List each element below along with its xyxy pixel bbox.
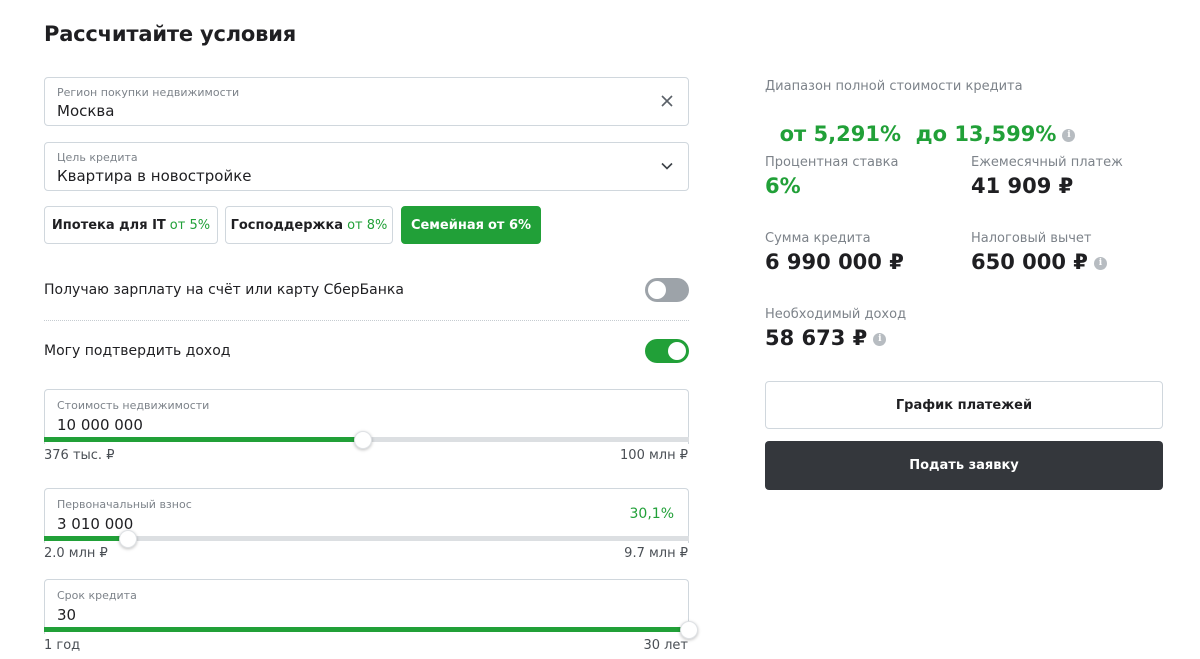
required-income-row: 58 673 ₽ i: [765, 326, 887, 350]
property-cost-label: Стоимость недвижимости: [57, 399, 210, 412]
program-chip-rate: от 5%: [169, 217, 211, 233]
close-icon[interactable]: [658, 92, 676, 110]
salary-toggle-row: Получаю зарплату на счёт или карту СберБ…: [44, 278, 689, 304]
interest-rate-value: 6%: [765, 174, 801, 198]
property-cost-value: 10 000 000: [57, 416, 143, 434]
region-label: Регион покупки недвижимости: [57, 86, 240, 99]
property-cost-max: 100 млн ₽: [620, 448, 688, 463]
monthly-payment-value: 41 909 ₽: [971, 174, 1074, 198]
info-icon[interactable]: i: [873, 332, 887, 346]
down-payment-fill: [44, 536, 128, 541]
tax-deduction-value: 650 000 ₽: [971, 250, 1088, 274]
loan-term-track[interactable]: [44, 627, 689, 632]
program-chip-rate: от 8%: [347, 217, 388, 233]
full-cost-range-label: Диапазон полной стоимости кредита: [765, 79, 1023, 94]
down-payment-min: 2.0 млн ₽: [44, 546, 108, 561]
program-chip-it[interactable]: Ипотека для IT от 5%: [44, 206, 218, 244]
down-payment-max: 9.7 млн ₽: [624, 546, 688, 561]
income-toggle[interactable]: [645, 339, 689, 363]
interest-rate-label: Процентная ставка: [765, 155, 899, 170]
down-payment-track[interactable]: [44, 536, 689, 541]
loan-term-label: Срок кредита: [57, 589, 137, 602]
loan-term-value: 30: [57, 606, 77, 624]
loan-amount-label: Сумма кредита: [765, 231, 871, 246]
income-toggle-label: Могу подтвердить доход: [44, 343, 231, 359]
loan-term-min: 1 год: [44, 638, 81, 653]
info-icon[interactable]: i: [1062, 128, 1076, 142]
tax-deduction-label: Налоговый вычет: [971, 231, 1092, 246]
loan-purpose-value: Квартира в новостройке: [57, 167, 252, 185]
info-icon[interactable]: i: [1093, 256, 1107, 270]
program-chip-name: Господдержка: [230, 217, 344, 233]
loan-term-slider-thumb[interactable]: [680, 621, 698, 639]
property-cost-min: 376 тыс. ₽: [44, 448, 115, 463]
required-income-value: 58 673 ₽: [765, 326, 868, 350]
full-cost-range-value: от 5,291% до 13,599%: [779, 122, 1057, 146]
required-income-label: Необходимый доход: [765, 307, 907, 322]
full-cost-range-row: от 5,291% до 13,599% i: [765, 98, 1076, 146]
salary-toggle[interactable]: [645, 278, 689, 302]
program-chip-gov-support[interactable]: Господдержка от 8%: [225, 206, 393, 244]
loan-term-field[interactable]: Срок кредита 30: [44, 579, 689, 634]
income-toggle-row: Могу подтвердить доход: [44, 339, 689, 365]
property-cost-slider-thumb[interactable]: [354, 431, 373, 449]
program-chip-family[interactable]: Семейная от 6%: [401, 206, 541, 244]
loan-purpose-label: Цель кредита: [57, 151, 138, 164]
loan-purpose-select[interactable]: Цель кредита Квартира в новостройке: [44, 142, 689, 191]
region-value: Москва: [57, 102, 115, 120]
region-field[interactable]: Регион покупки недвижимости Москва: [44, 77, 689, 126]
salary-toggle-label: Получаю зарплату на счёт или карту СберБ…: [44, 282, 404, 298]
program-chip-name: Ипотека для IT: [51, 217, 166, 233]
loan-amount-value: 6 990 000 ₽: [765, 250, 904, 274]
chevron-down-icon[interactable]: [658, 157, 676, 175]
down-payment-value: 3 010 000: [57, 515, 134, 533]
tax-deduction-row: 650 000 ₽ i: [971, 250, 1107, 274]
program-chip-rate: от 6%: [487, 217, 532, 233]
program-chip-name: Семейная: [410, 217, 484, 233]
toggle-knob: [648, 281, 666, 299]
page-title: Рассчитайте условия: [44, 22, 297, 46]
down-payment-field[interactable]: Первоначальный взнос 3 010 000 30,1%: [44, 488, 689, 543]
apply-button[interactable]: Подать заявку: [765, 441, 1163, 490]
down-payment-slider-thumb[interactable]: [118, 530, 137, 548]
loan-term-fill: [44, 627, 689, 632]
loan-term-max: 30 лет: [643, 638, 688, 653]
payment-schedule-button[interactable]: График платежей: [765, 381, 1163, 429]
property-cost-fill: [44, 437, 364, 442]
divider: [44, 320, 689, 321]
down-payment-label: Первоначальный взнос: [57, 498, 192, 511]
toggle-knob: [668, 342, 686, 360]
monthly-payment-label: Ежемесячный платеж: [971, 155, 1123, 170]
down-payment-percent: 30,1%: [629, 506, 674, 522]
